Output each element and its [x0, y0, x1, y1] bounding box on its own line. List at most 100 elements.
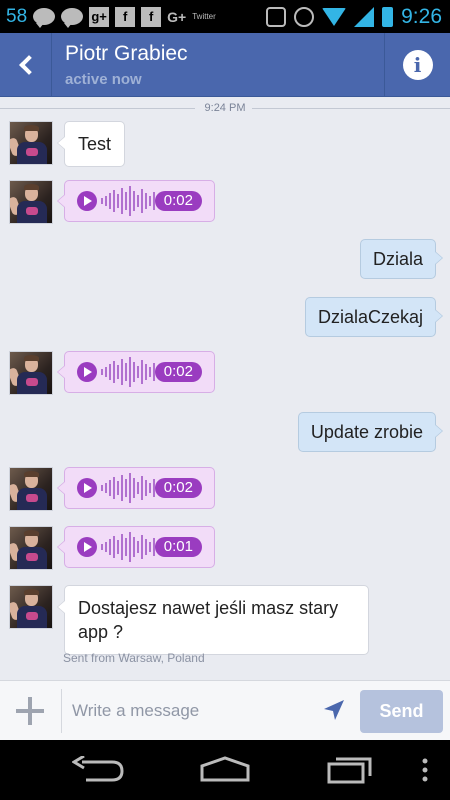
waveform-bar	[113, 477, 115, 499]
waveform-bar	[121, 359, 123, 385]
waveform-bar	[125, 363, 127, 381]
waveform-bar	[101, 544, 103, 550]
info-icon: i	[402, 50, 433, 80]
waveform-bar	[129, 532, 131, 562]
avatar[interactable]	[9, 467, 53, 511]
waveform-bar	[129, 473, 131, 503]
facebook-icon: f	[141, 6, 162, 27]
waveform-bar	[149, 542, 151, 552]
location-arrow-icon[interactable]	[322, 698, 346, 722]
info-button[interactable]: i	[384, 33, 450, 97]
system-navigation-bar	[0, 740, 450, 800]
contact-name[interactable]: Piotr Grabiec	[65, 42, 188, 66]
waveform-bar	[117, 481, 119, 495]
waveform-bar	[117, 540, 119, 554]
waveform-bar	[109, 480, 111, 496]
avatar[interactable]	[9, 121, 53, 165]
waveform-bar	[133, 537, 135, 557]
add-attachment-button[interactable]	[14, 697, 46, 725]
outgoing-message[interactable]: Update zrobie	[297, 412, 444, 452]
avatar[interactable]	[9, 526, 53, 570]
battery-icon	[382, 6, 394, 27]
waveform-bar	[125, 479, 127, 497]
waveform-bar	[117, 194, 119, 208]
voice-duration: 0:02	[154, 478, 202, 498]
waveform-bar	[137, 195, 139, 207]
avatar[interactable]	[9, 585, 53, 629]
waveform-bar	[145, 193, 147, 209]
waveform-bar	[149, 483, 151, 493]
incoming-message[interactable]: Dostajesz nawet jeśli masz stary app ?	[57, 585, 369, 655]
avatar[interactable]	[9, 180, 53, 224]
notification-count: 58	[6, 5, 28, 27]
signal-icon	[354, 6, 375, 27]
voice-duration: 0:02	[154, 362, 202, 382]
location-note: Sent from Warsaw, Poland	[63, 651, 205, 665]
waveform-bar	[117, 365, 119, 379]
waveform-bar	[141, 189, 143, 213]
waveform-bar	[113, 536, 115, 558]
play-icon[interactable]	[77, 362, 97, 382]
waveform-bar	[101, 485, 103, 491]
voice-message[interactable]: 0:01	[57, 526, 215, 568]
play-icon[interactable]	[77, 191, 97, 211]
message-thread[interactable]: 9:24 PM Test 0:02 Dziala DzialaCzekaj 0:…	[0, 97, 450, 680]
avatar[interactable]	[9, 351, 53, 395]
voice-message[interactable]: 0:02	[57, 180, 215, 222]
waveform-bar	[129, 357, 131, 387]
waveform-bar	[109, 364, 111, 380]
voice-message[interactable]: 0:02	[57, 351, 215, 393]
outgoing-message[interactable]: DzialaCzekaj	[304, 297, 444, 337]
waveform-bar	[137, 366, 139, 378]
waveform-bar	[133, 191, 135, 211]
alarm-icon	[294, 6, 315, 27]
recent-apps-nav-icon[interactable]	[326, 754, 376, 784]
waveform-bar	[133, 362, 135, 382]
incoming-message[interactable]: Test	[56, 121, 126, 167]
waveform-bar	[149, 367, 151, 377]
waveform-bar	[105, 196, 107, 206]
waveform-bar	[145, 539, 147, 555]
voice-duration: 0:01	[154, 537, 202, 557]
waveform-bar	[141, 360, 143, 384]
waveform-bar	[137, 482, 139, 494]
status-bar: 58 g+ f f G+ Twitter 9:26	[0, 0, 450, 33]
waveform-bar	[145, 364, 147, 380]
waveform-bar	[109, 193, 111, 209]
waveform-bar	[105, 367, 107, 377]
google-plus-icon: g+	[89, 6, 110, 27]
clock: 9:26	[401, 4, 442, 28]
waveform-bar	[109, 539, 111, 555]
send-button[interactable]: Send	[360, 690, 443, 733]
voice-duration: 0:02	[154, 191, 202, 211]
voice-message[interactable]: 0:02	[57, 467, 215, 509]
waveform-bar	[137, 541, 139, 553]
waveform-bar	[125, 538, 127, 556]
waveform-bar	[121, 188, 123, 214]
g-plus-text: G+	[167, 8, 187, 25]
contact-status: active now	[65, 71, 142, 88]
waveform-bar	[113, 190, 115, 212]
waveform-bar	[121, 534, 123, 560]
waveform-bar	[141, 476, 143, 500]
waveform-bar	[145, 480, 147, 496]
overflow-menu-icon[interactable]	[420, 758, 430, 782]
play-icon[interactable]	[77, 537, 97, 557]
waveform-bar	[113, 361, 115, 383]
waveform-bar	[141, 535, 143, 559]
home-nav-icon[interactable]	[198, 756, 252, 784]
facebook-icon: f	[115, 6, 136, 27]
waveform-bar	[129, 186, 131, 216]
divider	[61, 689, 62, 733]
waveform-bar	[149, 196, 151, 206]
conversation-header: Piotr Grabiec active now i	[0, 33, 450, 97]
message-input[interactable]	[72, 695, 312, 727]
back-button[interactable]	[0, 33, 52, 97]
chat-heads-icon	[33, 8, 56, 28]
outgoing-message[interactable]: Dziala	[359, 239, 444, 279]
back-nav-icon[interactable]	[72, 756, 126, 784]
message-composer: Send	[0, 680, 450, 740]
play-icon[interactable]	[77, 478, 97, 498]
waveform-bar	[133, 478, 135, 498]
waveform-bar	[121, 475, 123, 501]
